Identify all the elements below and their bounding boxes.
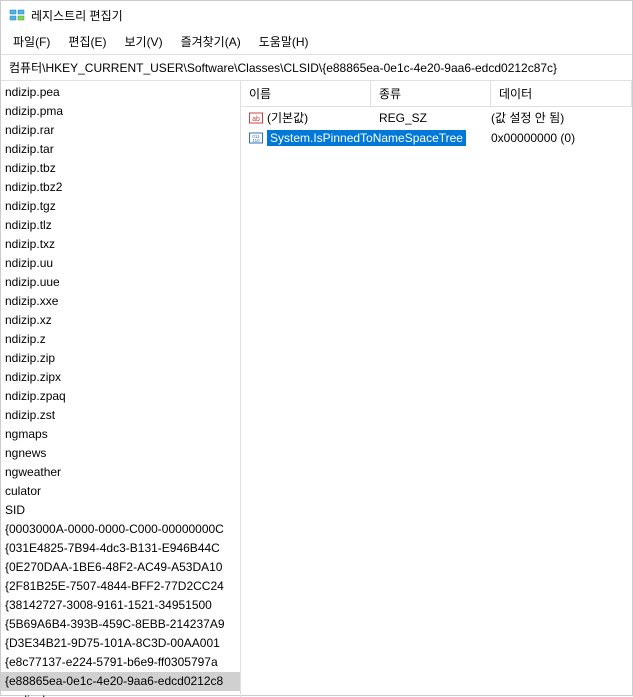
tree-item[interactable]: {5B69A6B4-393B-459C-8EBB-214237A9 [1, 615, 240, 634]
string-value-icon: ab [249, 111, 263, 125]
tree-item[interactable]: culator [1, 482, 240, 501]
tree-item[interactable]: ndizip.pma [1, 102, 240, 121]
value-list: ab (기본값) REG_SZ(값 설정 안 됨) 011110 System.IsPi… [241, 107, 632, 148]
column-name[interactable]: 이름 [241, 81, 371, 106]
tree-item[interactable]: ngweather [1, 463, 240, 482]
tree-item[interactable]: ndizip.txz [1, 235, 240, 254]
tree-item[interactable]: ndizip.zpaq [1, 387, 240, 406]
menu-bar: 파일(F) 편집(E) 보기(V) 즐겨찾기(A) 도움말(H) [1, 29, 632, 55]
tree-item[interactable]: ndizip.tlz [1, 216, 240, 235]
tree-item[interactable]: {e88865ea-0e1c-4e20-9aa6-edcd0212c8 [1, 672, 240, 691]
value-row[interactable]: 011110 System.IsPinnedToNameSpaceTree 0x00… [241, 128, 632, 148]
value-name-cell: 011110 System.IsPinnedToNameSpaceTree [241, 129, 491, 147]
tree-item[interactable]: ndizip.uu [1, 254, 240, 273]
tree-item[interactable]: ngnews [1, 444, 240, 463]
tree-item[interactable]: SID [1, 501, 240, 520]
tree-item[interactable]: ndizip.xz [1, 311, 240, 330]
column-data[interactable]: 데이터 [491, 81, 632, 106]
address-bar[interactable]: 컴퓨터\HKEY_CURRENT_USER\Software\Classes\C… [1, 55, 632, 81]
tree-item[interactable]: ndizip.z [1, 330, 240, 349]
tree-item[interactable]: ndizip.zip [1, 349, 240, 368]
value-type-cell: REG_SZ [371, 110, 491, 126]
tree-item[interactable]: ndizip.zipx [1, 368, 240, 387]
tree-item[interactable]: ndizip.zst [1, 406, 240, 425]
column-headers: 이름 종류 데이터 [241, 81, 632, 107]
menu-favorites[interactable]: 즐겨찾기(A) [173, 31, 249, 52]
tree-item[interactable]: ndizip.tbz2 [1, 178, 240, 197]
tree-item[interactable]: ndizip.tar [1, 140, 240, 159]
tree-item[interactable]: {031E4825-7B94-4dc3-B131-E946B44C [1, 539, 240, 558]
tree-item[interactable]: {D3E34B21-9D75-101A-8C3D-00AA001 [1, 634, 240, 653]
value-data-cell: (값 설정 안 됨) [491, 108, 632, 127]
tree-item[interactable]: ndizip.pea [1, 83, 240, 102]
value-data-cell: 0x00000000 (0) [491, 130, 632, 146]
window-title: 레지스트리 편집기 [31, 7, 123, 24]
menu-file[interactable]: 파일(F) [5, 31, 58, 52]
tree-item[interactable]: {e8c77137-e224-5791-b6e9-ff0305797a [1, 653, 240, 672]
tree-item[interactable]: m.clipchamp.app [1, 691, 240, 697]
value-list-pane: 이름 종류 데이터 ab (기본값) REG_SZ(값 설정 안 됨) 011110 S… [241, 81, 632, 697]
value-row[interactable]: ab (기본값) REG_SZ(값 설정 안 됨) [241, 107, 632, 128]
value-name-text: (기본값) [267, 109, 308, 126]
tree-item[interactable]: ngmaps [1, 425, 240, 444]
titlebar: 레지스트리 편집기 [1, 1, 632, 29]
tree-item[interactable]: ndizip.tgz [1, 197, 240, 216]
tree-item[interactable]: {38142727-3008-9161-1521-34951500 [1, 596, 240, 615]
svg-text:110: 110 [252, 138, 260, 143]
value-name-text[interactable]: System.IsPinnedToNameSpaceTree [267, 130, 466, 146]
tree-item[interactable]: {0003000A-0000-0000-C000-00000000C [1, 520, 240, 539]
svg-text:ab: ab [252, 116, 260, 123]
tree-item[interactable]: ndizip.uue [1, 273, 240, 292]
tree-item[interactable]: ndizip.rar [1, 121, 240, 140]
binary-value-icon: 011110 [249, 131, 263, 145]
tree-item[interactable]: ndizip.xxe [1, 292, 240, 311]
main-area: ndizip.peandizip.pmandizip.rarndizip.tar… [1, 81, 632, 697]
app-icon [9, 7, 25, 23]
menu-view[interactable]: 보기(V) [116, 31, 170, 52]
tree-item[interactable]: {0E270DAA-1BE6-48F2-AC49-A53DA10 [1, 558, 240, 577]
value-name-cell: ab (기본값) [241, 108, 371, 127]
tree-item[interactable]: ndizip.tbz [1, 159, 240, 178]
tree-view[interactable]: ndizip.peandizip.pmandizip.rarndizip.tar… [1, 81, 241, 697]
menu-edit[interactable]: 편집(E) [60, 31, 114, 52]
tree-item[interactable]: {2F81B25E-7507-4844-BFF2-77D2CC24 [1, 577, 240, 596]
menu-help[interactable]: 도움말(H) [251, 31, 317, 52]
column-type[interactable]: 종류 [371, 81, 491, 106]
